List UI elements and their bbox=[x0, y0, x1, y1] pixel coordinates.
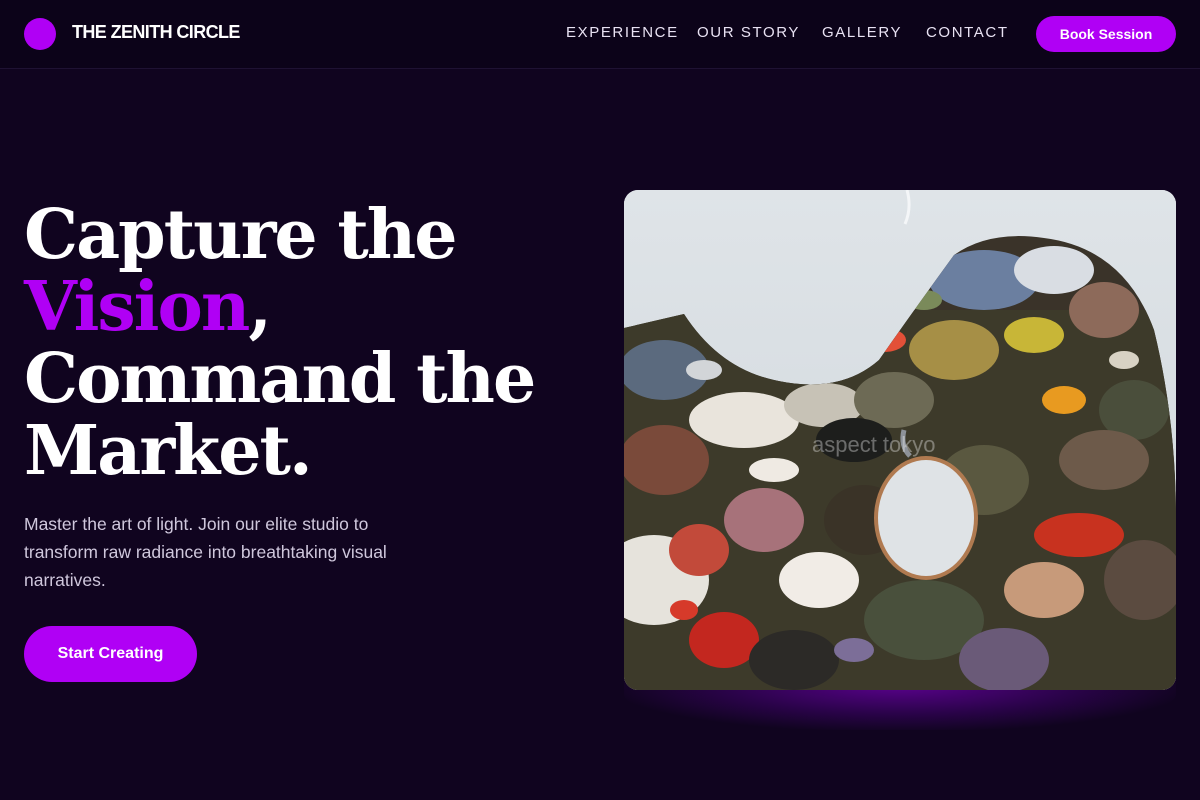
headline-comma: , bbox=[248, 267, 272, 347]
headline-line-1: Capture the bbox=[24, 195, 457, 275]
nav-link-gallery[interactable]: GALLERY bbox=[822, 24, 902, 41]
brand-name[interactable]: THE ZENITH CIRCLE bbox=[72, 22, 240, 43]
nav-link-our-story[interactable]: OUR STORY bbox=[697, 24, 800, 41]
image-watermark: aspect tokyo bbox=[812, 432, 936, 457]
hero-description: Master the art of light. Join our elite … bbox=[24, 514, 387, 590]
book-session-button[interactable]: Book Session bbox=[1036, 16, 1176, 52]
nav-link-experience[interactable]: EXPERIENCE bbox=[566, 24, 679, 41]
hero-image-paint-palette: aspect tokyo bbox=[624, 190, 1176, 690]
headline-line-4: Market. bbox=[24, 411, 313, 491]
start-creating-button[interactable]: Start Creating bbox=[24, 626, 197, 682]
circle-logo-icon[interactable] bbox=[24, 18, 56, 50]
paint-palette-illustration: aspect tokyo bbox=[624, 190, 1176, 690]
nav-link-contact[interactable]: CONTACT bbox=[926, 24, 1009, 41]
headline-accent-word: Vision bbox=[24, 267, 250, 347]
site-header: THE ZENITH CIRCLE EXPERIENCE OUR STORY G… bbox=[0, 0, 1200, 69]
headline-line-3: Command the bbox=[24, 339, 536, 419]
hero-headline: Capture the Vision, Command the Market. bbox=[24, 199, 584, 487]
